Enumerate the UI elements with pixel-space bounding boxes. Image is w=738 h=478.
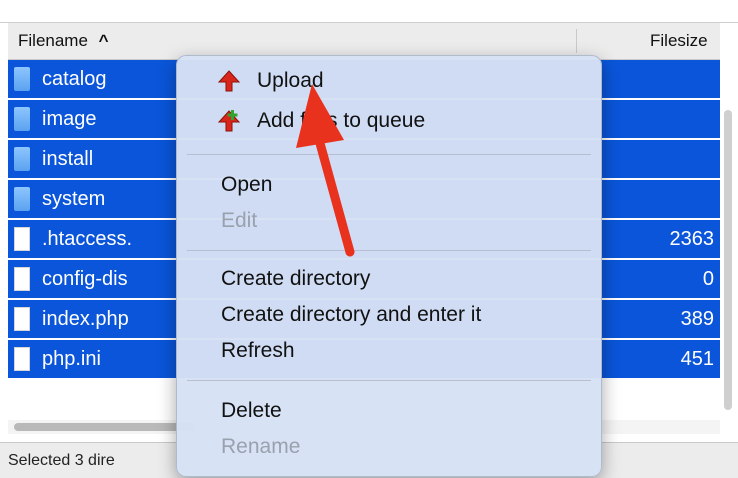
status-text: Selected 3 dire — [8, 452, 115, 469]
row-filename: catalog — [42, 68, 107, 90]
menu-item-upload[interactable]: Upload — [177, 64, 601, 98]
row-filesize: 2363 — [669, 228, 715, 250]
menu-item-label: Upload — [257, 69, 324, 92]
menu-item-refresh[interactable]: Refresh — [177, 334, 601, 368]
row-filename: image — [42, 108, 97, 130]
row-filename: install — [42, 148, 94, 170]
row-filename: php.ini — [42, 348, 101, 370]
folder-icon — [14, 187, 30, 211]
filename-column-header[interactable]: Filename ^ — [18, 23, 109, 59]
filesize-column-header[interactable]: Filesize — [650, 23, 708, 59]
filename-column-label: Filename — [18, 31, 88, 50]
row-filename: index.php — [42, 308, 129, 330]
menu-item-open[interactable]: Open — [177, 168, 601, 202]
menu-item-label: Delete — [221, 399, 282, 422]
upload-arrow-icon — [217, 70, 241, 92]
sort-ascending-icon: ^ — [98, 31, 109, 50]
menu-item-edit: Edit — [177, 204, 601, 238]
folder-icon — [14, 67, 30, 91]
menu-item-label: Edit — [221, 209, 258, 232]
menu-separator — [187, 250, 591, 251]
menu-item-add-files-to-queue[interactable]: Add files to queue — [177, 104, 601, 138]
menu-item-label: Refresh — [221, 339, 295, 362]
menu-item-rename: Rename — [177, 430, 601, 464]
menu-item-label: Open — [221, 173, 273, 196]
menu-item-label: Create directory — [221, 267, 371, 290]
row-filesize: 0 — [702, 268, 714, 290]
horizontal-scroll-thumb[interactable] — [14, 423, 194, 431]
row-filename: system — [42, 188, 106, 210]
menu-item-create-directory-and-enter[interactable]: Create directory and enter it — [177, 298, 601, 332]
filesize-column-label: Filesize — [650, 31, 708, 50]
menu-item-delete[interactable]: Delete — [177, 394, 601, 428]
row-filename: config-dis — [42, 268, 128, 290]
column-separator[interactable] — [576, 29, 577, 53]
top-strip — [0, 0, 738, 23]
menu-item-create-directory[interactable]: Create directory — [177, 262, 601, 296]
folder-icon — [14, 107, 30, 131]
file-icon — [14, 347, 30, 371]
add-to-queue-icon — [217, 110, 241, 132]
vertical-scroll-thumb[interactable] — [724, 110, 732, 410]
menu-item-label: Rename — [221, 435, 301, 458]
folder-icon — [14, 147, 30, 171]
file-icon — [14, 307, 30, 331]
menu-item-label: Create directory and enter it — [221, 303, 482, 326]
menu-item-label: Add files to queue — [257, 109, 426, 132]
menu-separator — [187, 380, 591, 381]
row-filesize: 451 — [680, 348, 714, 370]
row-filename: .htaccess. — [42, 228, 133, 250]
menu-separator — [187, 154, 591, 155]
file-icon — [14, 227, 30, 251]
row-filesize: 389 — [680, 308, 714, 330]
file-icon — [14, 267, 30, 291]
context-menu: Upload Add files to queue Open Edit Crea… — [176, 55, 602, 477]
